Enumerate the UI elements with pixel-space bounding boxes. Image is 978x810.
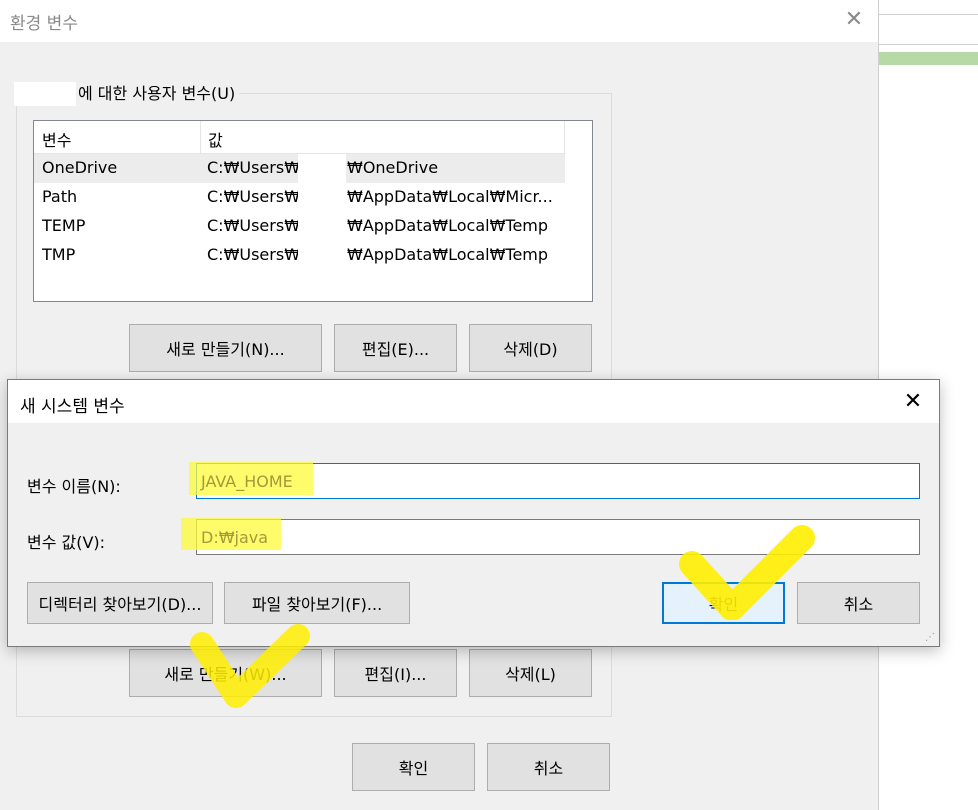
background-line [878,44,978,45]
variable-value-prefix: C:₩Users₩ [207,158,301,177]
table-row[interactable]: Path C:₩Users₩ ₩AppData₩Local₩Micr... [34,183,565,212]
variable-name-value: JAVA_HOME [201,471,293,491]
redacted-value [298,212,346,241]
redacted-username [14,82,76,106]
column-header-value[interactable]: 값 [208,127,223,151]
checkmark-annotation-icon [190,624,310,708]
redacted-value [298,154,346,183]
variable-name: TMP [42,245,76,264]
dialog-title: 새 시스템 변수 [20,397,125,417]
variable-name: TEMP [42,216,86,235]
background-progress-bar [878,52,978,65]
close-icon[interactable]: ✕ [842,6,866,34]
redacted-value [298,183,346,212]
system-edit-button[interactable]: 편집(I)... [334,649,457,697]
variable-value-suffix: ₩OneDrive [347,158,439,177]
user-delete-button[interactable]: 삭제(D) [469,324,592,372]
column-separator[interactable] [564,121,565,153]
column-header-variable[interactable]: 변수 [42,127,71,151]
checkmark-annotation-icon [679,525,815,620]
variable-value-suffix: ₩AppData₩Local₩Temp [347,216,549,235]
variable-value-label: 변수 값(V): [27,533,106,552]
user-variables-list[interactable]: 변수 값 OneDrive C:₩Users₩ ₩OneDrive Path C… [33,120,593,302]
background-app [878,0,978,126]
table-row[interactable]: TMP C:₩Users₩ ₩AppData₩Local₩Temp [34,241,565,270]
user-variables-group-label: 에 대한 사용자 변수(U) [14,82,240,106]
env-title-bar: 환경 변수 ✕ [0,0,878,42]
env-window-title: 환경 변수 [10,14,78,34]
dialog-title-bar: 새 시스템 변수 ✕ [8,380,939,423]
user-new-button[interactable]: 새로 만들기(N)... [129,324,322,372]
system-delete-button[interactable]: 삭제(L) [469,649,592,697]
resize-grip-icon[interactable]: ⋰ [925,632,937,644]
env-ok-button[interactable]: 확인 [352,743,475,791]
variable-value-prefix: C:₩Users₩ [207,187,301,206]
variable-name: Path [42,187,78,206]
variable-value-suffix: ₩AppData₩Local₩Temp [347,245,549,264]
variable-value-prefix: C:₩Users₩ [207,216,301,235]
user-edit-button[interactable]: 편집(E)... [334,324,457,372]
background-line [878,14,978,15]
variable-value-prefix: C:₩Users₩ [207,245,301,264]
close-icon[interactable]: ✕ [900,388,926,416]
column-separator[interactable] [200,121,201,153]
variable-value-suffix: ₩AppData₩Local₩Micr... [347,187,553,206]
user-variables-label-text: 에 대한 사용자 변수(U) [78,84,236,103]
variable-value-value: D:₩java [201,527,269,547]
table-row[interactable]: TEMP C:₩Users₩ ₩AppData₩Local₩Temp [34,212,565,241]
env-cancel-button[interactable]: 취소 [487,743,610,791]
redacted-value [298,241,346,270]
variable-name: OneDrive [42,158,118,177]
variable-name-label: 변수 이름(N): [27,477,121,496]
list-header: 변수 값 [34,121,565,154]
table-row[interactable]: OneDrive C:₩Users₩ ₩OneDrive [34,154,565,183]
